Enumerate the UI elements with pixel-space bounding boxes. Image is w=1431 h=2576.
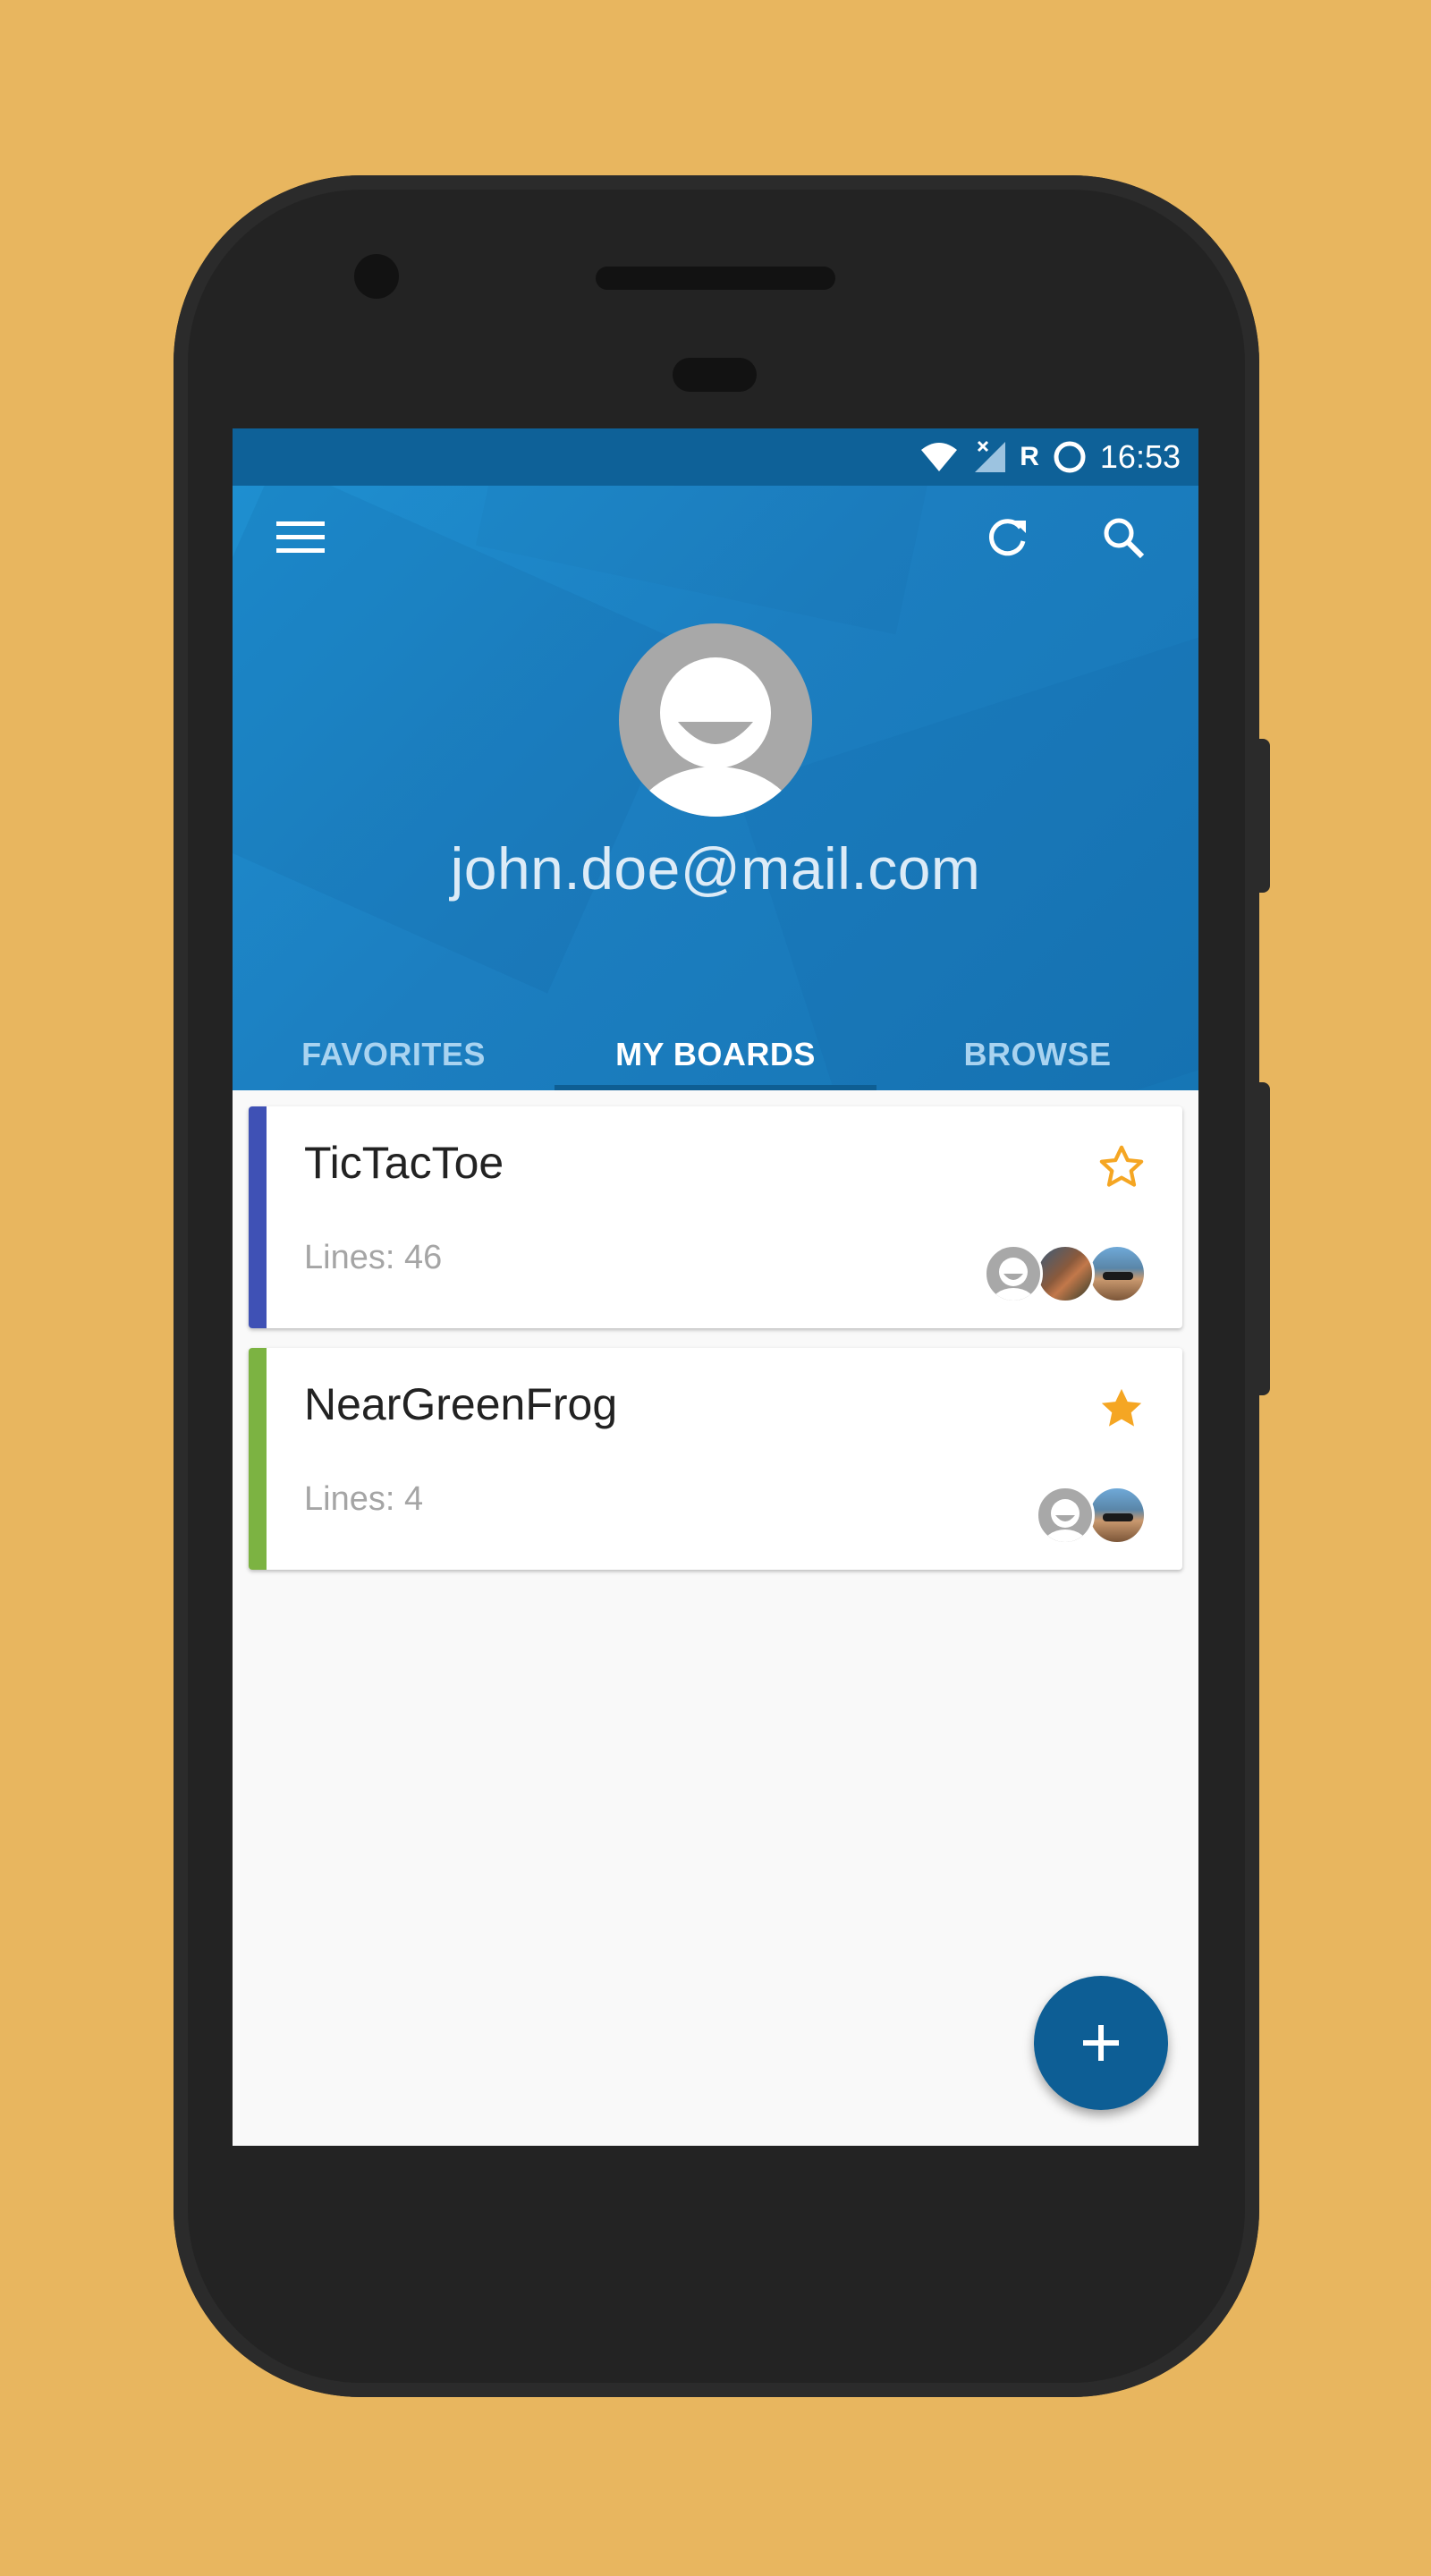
signal-x-icon bbox=[971, 440, 1007, 474]
status-bar: R 16:53 bbox=[233, 428, 1198, 486]
board-lines-count: Lines: 4 bbox=[304, 1480, 424, 1518]
board-title: NearGreenFrog bbox=[304, 1379, 618, 1429]
board-color-stripe bbox=[249, 1106, 267, 1328]
power-button bbox=[1259, 739, 1270, 893]
profile-header: john.doe@mail.com FAVORITES MY BOARDS BR… bbox=[233, 486, 1198, 1090]
refresh-button[interactable] bbox=[971, 502, 1043, 573]
photo-avatar-2 bbox=[1088, 1486, 1147, 1545]
status-time: 16:53 bbox=[1099, 438, 1181, 475]
star-outline-icon[interactable] bbox=[1097, 1142, 1147, 1192]
sync-ring-icon bbox=[1052, 439, 1088, 475]
tab-favorites[interactable]: FAVORITES bbox=[233, 1019, 555, 1090]
add-board-button[interactable] bbox=[1034, 1976, 1168, 2110]
menu-button[interactable] bbox=[265, 502, 336, 573]
board-members bbox=[984, 1244, 1147, 1303]
volume-button bbox=[1259, 1082, 1270, 1395]
star-filled-icon[interactable] bbox=[1097, 1384, 1147, 1434]
board-title: TicTacToe bbox=[304, 1138, 504, 1188]
roaming-icon: R bbox=[1020, 442, 1039, 471]
board-tabs: FAVORITES MY BOARDS BROWSE bbox=[233, 1019, 1198, 1090]
tab-my-boards[interactable]: MY BOARDS bbox=[555, 1019, 876, 1090]
board-card[interactable]: NearGreenFrog Lines: 4 bbox=[249, 1348, 1182, 1570]
default-avatar-icon bbox=[631, 657, 800, 817]
default-avatar bbox=[1036, 1486, 1095, 1545]
board-members bbox=[1036, 1486, 1147, 1545]
plus-icon bbox=[1083, 2025, 1119, 2061]
photo-avatar-1 bbox=[1036, 1244, 1095, 1303]
earpiece-speaker bbox=[596, 267, 835, 290]
sunglasses-icon bbox=[1103, 1513, 1133, 1521]
menu-icon bbox=[276, 521, 325, 553]
search-button[interactable] bbox=[1088, 502, 1159, 573]
board-lines-count: Lines: 46 bbox=[304, 1239, 443, 1276]
wifi-icon bbox=[919, 441, 959, 473]
board-card[interactable]: TicTacToe Lines: 46 bbox=[249, 1106, 1182, 1328]
refresh-icon bbox=[989, 519, 1026, 556]
photo-avatar-2 bbox=[1088, 1244, 1147, 1303]
app-screen: R 16:53 john.doe@mail.com FAVORITES MY B… bbox=[233, 428, 1198, 2146]
front-camera bbox=[354, 254, 399, 299]
profile-email: john.doe@mail.com bbox=[450, 835, 981, 902]
profile-avatar[interactable] bbox=[619, 623, 812, 817]
tab-browse[interactable]: BROWSE bbox=[876, 1019, 1198, 1090]
sunglasses-icon bbox=[1103, 1272, 1133, 1280]
default-avatar bbox=[984, 1244, 1043, 1303]
board-color-stripe bbox=[249, 1348, 267, 1570]
search-icon bbox=[1104, 518, 1145, 559]
proximity-sensor bbox=[673, 358, 757, 392]
